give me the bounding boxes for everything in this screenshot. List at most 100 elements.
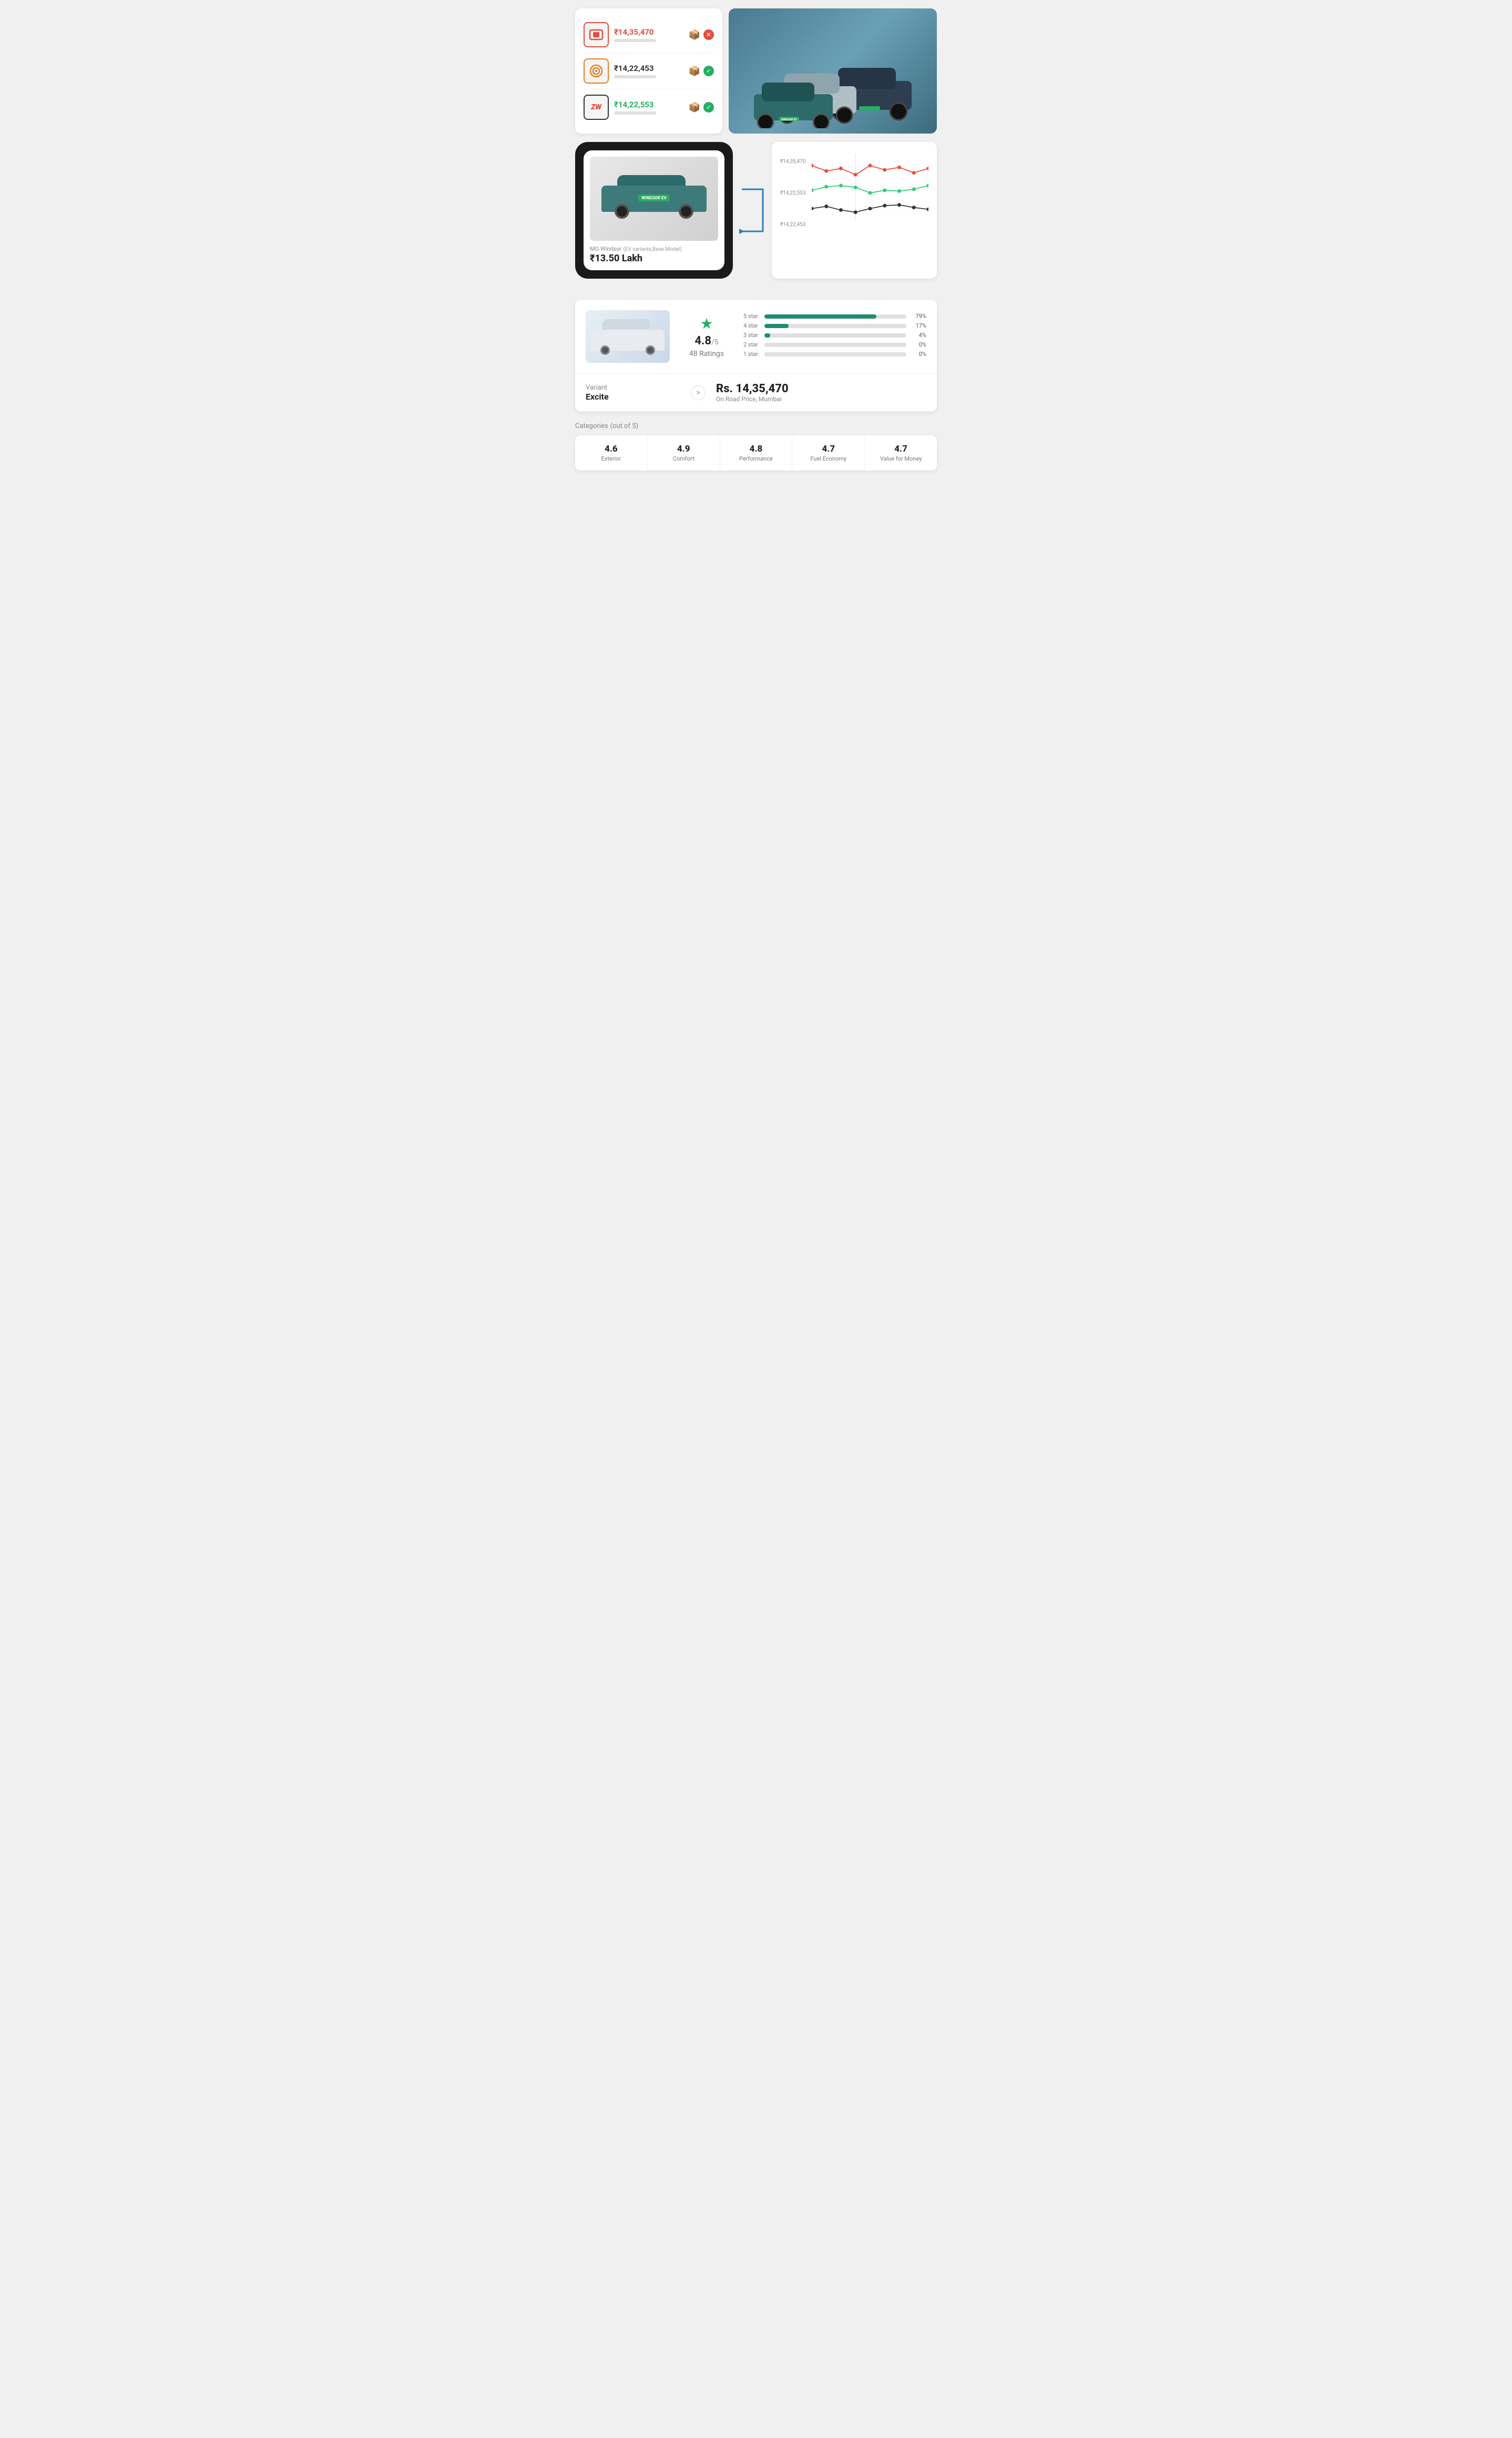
variant-left: Variant Excite xyxy=(586,384,691,402)
price-amount-3: ₹14,22,553 xyxy=(614,100,683,109)
category-score-performance: 4.8 xyxy=(724,444,788,454)
price-row-1: ₹14,35,470 📦 ✕ xyxy=(584,17,714,53)
connector-svg xyxy=(739,184,765,237)
rating-car-inner xyxy=(591,318,665,355)
delivery-icon-3: 📦 xyxy=(689,102,700,113)
rating-bar-fill-4 xyxy=(764,324,789,328)
category-name-exterior: Exterior xyxy=(579,455,643,462)
price-card: ₹14,35,470 📦 ✕ ₹14,22,453 � xyxy=(575,8,722,134)
price-amount-2: ₹14,22,453 xyxy=(614,64,683,73)
rating-bar-track-4 xyxy=(764,324,906,328)
chart-card: ₹14,35,470 ₹14,22,553 ₹14,22,453 xyxy=(772,142,937,279)
rating-bar-track-1 xyxy=(764,352,906,356)
price-row-2: ₹14,22,453 📦 ✓ xyxy=(584,53,714,89)
category-name-performance: Performance xyxy=(724,455,788,462)
rating-bar-fill-3 xyxy=(764,333,770,338)
category-name-fuel: Fuel Economy xyxy=(796,455,860,462)
rating-car-img xyxy=(586,310,670,363)
brand-logo-1 xyxy=(584,22,609,47)
status-icon-1: ✕ xyxy=(703,29,714,40)
rating-out-of: /5 xyxy=(711,338,719,346)
rating-pct-3: 4% xyxy=(911,332,926,339)
chart-label-1: ₹14,35,470 xyxy=(780,159,805,165)
variant-row[interactable]: Variant Excite > Rs. 14,35,470 On Road P… xyxy=(575,374,937,412)
price-amount-1: ₹14,35,470 xyxy=(614,27,683,37)
category-fuel-economy: 4.7 Fuel Economy xyxy=(792,435,865,471)
brand-logo-3: ZW xyxy=(584,95,609,120)
car-showcase-img: WINDSOR EV xyxy=(590,157,718,241)
variant-price-sub: On Road Price, Mumbai xyxy=(716,395,926,403)
rating-top: ★ 4.8/5 48 Ratings 5 star 79% 4 star 17% xyxy=(575,300,937,374)
car-showcase: WINDSOR EV MG Windsor (EV variants,Base … xyxy=(575,142,733,279)
rating-bar-track-2 xyxy=(764,343,906,347)
rating-pct-1: 0% xyxy=(911,351,926,358)
car-wheel-right xyxy=(679,204,693,219)
rating-label-3: 3 star xyxy=(743,332,760,339)
rating-count: 48 Ratings xyxy=(689,350,724,358)
rating-pct-5: 79% xyxy=(911,313,926,320)
car-showcase-inner: WINDSOR EV MG Windsor (EV variants,Base … xyxy=(584,150,724,270)
price-info-3: ₹14,22,553 xyxy=(614,100,683,115)
delivery-icon-1: 📦 xyxy=(689,29,700,40)
car-wheel-left xyxy=(615,204,629,219)
car-hero: WINDSOR EV xyxy=(729,8,937,134)
rating-label-4: 4 star xyxy=(743,322,760,329)
chart-label-2: ₹14,22,553 xyxy=(780,190,805,196)
category-score-value: 4.7 xyxy=(869,444,933,454)
rating-label-1: 1 star xyxy=(743,351,760,358)
categories-section: Categories (out of 5) 4.6 Exterior 4.9 C… xyxy=(575,420,937,471)
small-wheel-l xyxy=(600,345,610,355)
price-icons-1: 📦 ✕ xyxy=(689,29,714,40)
car-price-big: ₹13.50 Lakh xyxy=(590,253,718,264)
category-performance: 4.8 Performance xyxy=(720,435,793,471)
small-wheel-r xyxy=(646,345,655,355)
status-icon-3: ✓ xyxy=(703,102,714,113)
middle-section: WINDSOR EV MG Windsor (EV variants,Base … xyxy=(567,142,945,287)
category-score-fuel: 4.7 xyxy=(796,444,860,454)
price-info-1: ₹14,35,470 xyxy=(614,27,683,42)
rating-section: ★ 4.8/5 48 Ratings 5 star 79% 4 star 17% xyxy=(575,300,937,412)
css-car: WINDSOR EV xyxy=(601,178,707,220)
rating-bar-row-5: 5 star 79% xyxy=(743,313,926,320)
status-icon-2: ✓ xyxy=(703,66,714,76)
brand-logo-2 xyxy=(584,58,609,84)
variant-price: Rs. 14,35,470 xyxy=(716,382,926,395)
car-name: MG Windsor (EV variants,Base Model) xyxy=(590,245,718,253)
rating-bar-track-3 xyxy=(764,333,906,338)
price-row-3: ZW ₹14,22,553 📦 ✓ xyxy=(584,89,714,125)
chart-label-3: ₹14,22,453 xyxy=(780,222,805,228)
category-name-comfort: Comfort xyxy=(652,455,716,462)
ev-badge: WINDSOR EV xyxy=(638,195,669,201)
top-section: ₹14,35,470 📦 ✕ ₹14,22,453 � xyxy=(567,0,945,142)
car-info: MG Windsor (EV variants,Base Model) ₹13.… xyxy=(590,241,718,264)
rating-bar-fill-5 xyxy=(764,314,876,319)
rating-number-display: 4.8/5 xyxy=(694,334,718,348)
car-hero-svg: WINDSOR EV xyxy=(743,23,922,128)
rating-bar-track-5 xyxy=(764,314,906,319)
price-info-2: ₹14,22,453 xyxy=(614,64,683,78)
variant-right: Rs. 14,35,470 On Road Price, Mumbai xyxy=(706,382,926,403)
rating-label-5: 5 star xyxy=(743,313,760,320)
categories-title: Categories (out of 5) xyxy=(575,420,937,430)
variant-label: Variant xyxy=(586,384,691,392)
rating-bars: 5 star 79% 4 star 17% 3 star 4% xyxy=(743,313,926,360)
rating-bar-row-2: 2 star 0% xyxy=(743,341,926,348)
chart-area: ₹14,35,470 ₹14,22,553 ₹14,22,453 xyxy=(780,155,928,249)
rating-bar-row-1: 1 star 0% xyxy=(743,351,926,358)
variant-arrow[interactable]: > xyxy=(691,385,706,400)
rating-pct-2: 0% xyxy=(911,341,926,348)
variant-name: Excite xyxy=(586,392,691,402)
rating-star-icon: ★ xyxy=(700,315,713,332)
price-icons-3: 📦 ✓ xyxy=(689,102,714,113)
car-hero-inner: WINDSOR EV xyxy=(729,8,937,134)
rating-pct-4: 17% xyxy=(911,322,926,329)
category-score-comfort: 4.9 xyxy=(652,444,716,454)
rating-score-area: ★ 4.8/5 48 Ratings xyxy=(680,315,733,358)
chart-svg xyxy=(812,155,928,220)
category-exterior: 4.6 Exterior xyxy=(575,435,648,471)
spacer-1 xyxy=(567,287,945,300)
category-name-value: Value for Money xyxy=(869,455,933,462)
rating-bar-row-3: 3 star 4% xyxy=(743,332,926,339)
connector xyxy=(739,142,765,279)
svg-text:WINDSOR EV: WINDSOR EV xyxy=(781,118,797,121)
